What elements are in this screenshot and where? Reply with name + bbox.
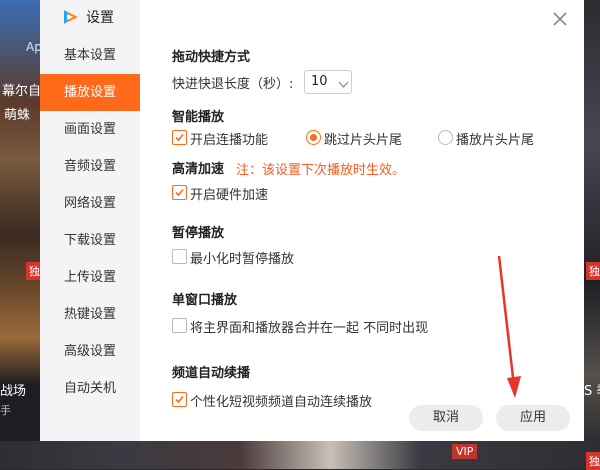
sidebar-item-picture[interactable]: 画面设置 [40,111,140,148]
settings-content: 拖动快捷方式 快进快退长度（秒）: 10 智能播放 开启连播功能 跳过片头片尾 … [140,0,584,441]
section-title-single-window: 单窗口播放 [172,293,238,308]
short-video-autoplay-label: 个性化短视频频道自动连续播放 [190,395,373,410]
play-intro-outro-label: 播放片头片尾 [456,133,535,148]
continuous-play-label: 开启连播功能 [190,133,269,148]
play-intro-outro-radio[interactable] [438,130,453,145]
continuous-play-checkbox[interactable] [172,130,187,145]
sidebar-item-network[interactable]: 网络设置 [40,185,140,222]
sidebar-item-hotkeys[interactable]: 热键设置 [40,296,140,333]
section-title-smart-play: 智能播放 [172,110,225,125]
section-title-channel-auto: 频道自动续播 [172,366,251,381]
background-text: 手 [0,404,11,417]
sidebar-item-basic[interactable]: 基本设置 [40,37,140,74]
tencent-video-logo-icon [62,8,80,26]
settings-dialog: 设置 基本设置 播放设置 画面设置 音频设置 网络设置 下载设置 上传设置 热键… [40,0,584,441]
background-badge: 独 [586,262,600,280]
merge-window-checkbox[interactable] [172,318,187,333]
merge-window-label: 将主界面和播放器合并在一起 不同时出现 [190,321,429,336]
hardware-accel-label: 开启硬件加速 [190,188,269,203]
sidebar-item-audio[interactable]: 音频设置 [40,148,140,185]
background-text: 战场 [0,384,27,399]
skip-intro-outro-radio[interactable] [306,130,321,145]
skip-intro-outro-label: 跳过片头片尾 [324,133,403,148]
sidebar-item-upload[interactable]: 上传设置 [40,259,140,296]
vip-badge: VIP [452,444,478,459]
section-title-hd-accel: 高清加速 [172,162,225,177]
dialog-header: 设置 [62,7,114,27]
settings-sidebar: 设置 基本设置 播放设置 画面设置 音频设置 网络设置 下载设置 上传设置 热键… [40,0,140,441]
dialog-title: 设置 [86,10,114,26]
seek-length-select[interactable]: 10 [304,70,352,94]
section-title-drag-shortcut: 拖动快捷方式 [172,50,251,65]
radio-dot-icon [310,134,317,141]
sidebar-item-auto-shutdown[interactable]: 自动关机 [40,370,140,407]
check-icon [175,133,184,142]
apply-button[interactable]: 应用 [496,405,570,431]
background-text: 幕尔自 [2,84,42,99]
sidebar-item-download[interactable]: 下载设置 [40,222,140,259]
minimize-pause-checkbox[interactable] [172,249,187,264]
short-video-autoplay-checkbox[interactable] [172,392,187,407]
check-icon [175,395,184,404]
background-text: 萌蛛 [4,108,31,123]
hardware-accel-checkbox[interactable] [172,185,187,200]
hd-accel-notice: 注：该设置下次播放时生效。 [236,163,406,178]
background-badge: 独 [586,452,600,470]
chevron-down-icon [338,75,349,88]
sidebar-item-playback[interactable]: 播放设置 [40,74,140,111]
seek-length-label: 快进快退长度（秒）: [172,77,294,92]
background-text: S 季 [584,384,600,399]
section-title-pause: 暂停播放 [172,226,225,241]
check-icon [175,188,184,197]
background-bottom-strip [0,441,600,469]
minimize-pause-label: 最小化时暂停播放 [190,252,295,267]
seek-length-value: 10 [311,74,328,89]
sidebar-item-advanced[interactable]: 高级设置 [40,333,140,370]
cancel-button[interactable]: 取消 [409,405,483,431]
